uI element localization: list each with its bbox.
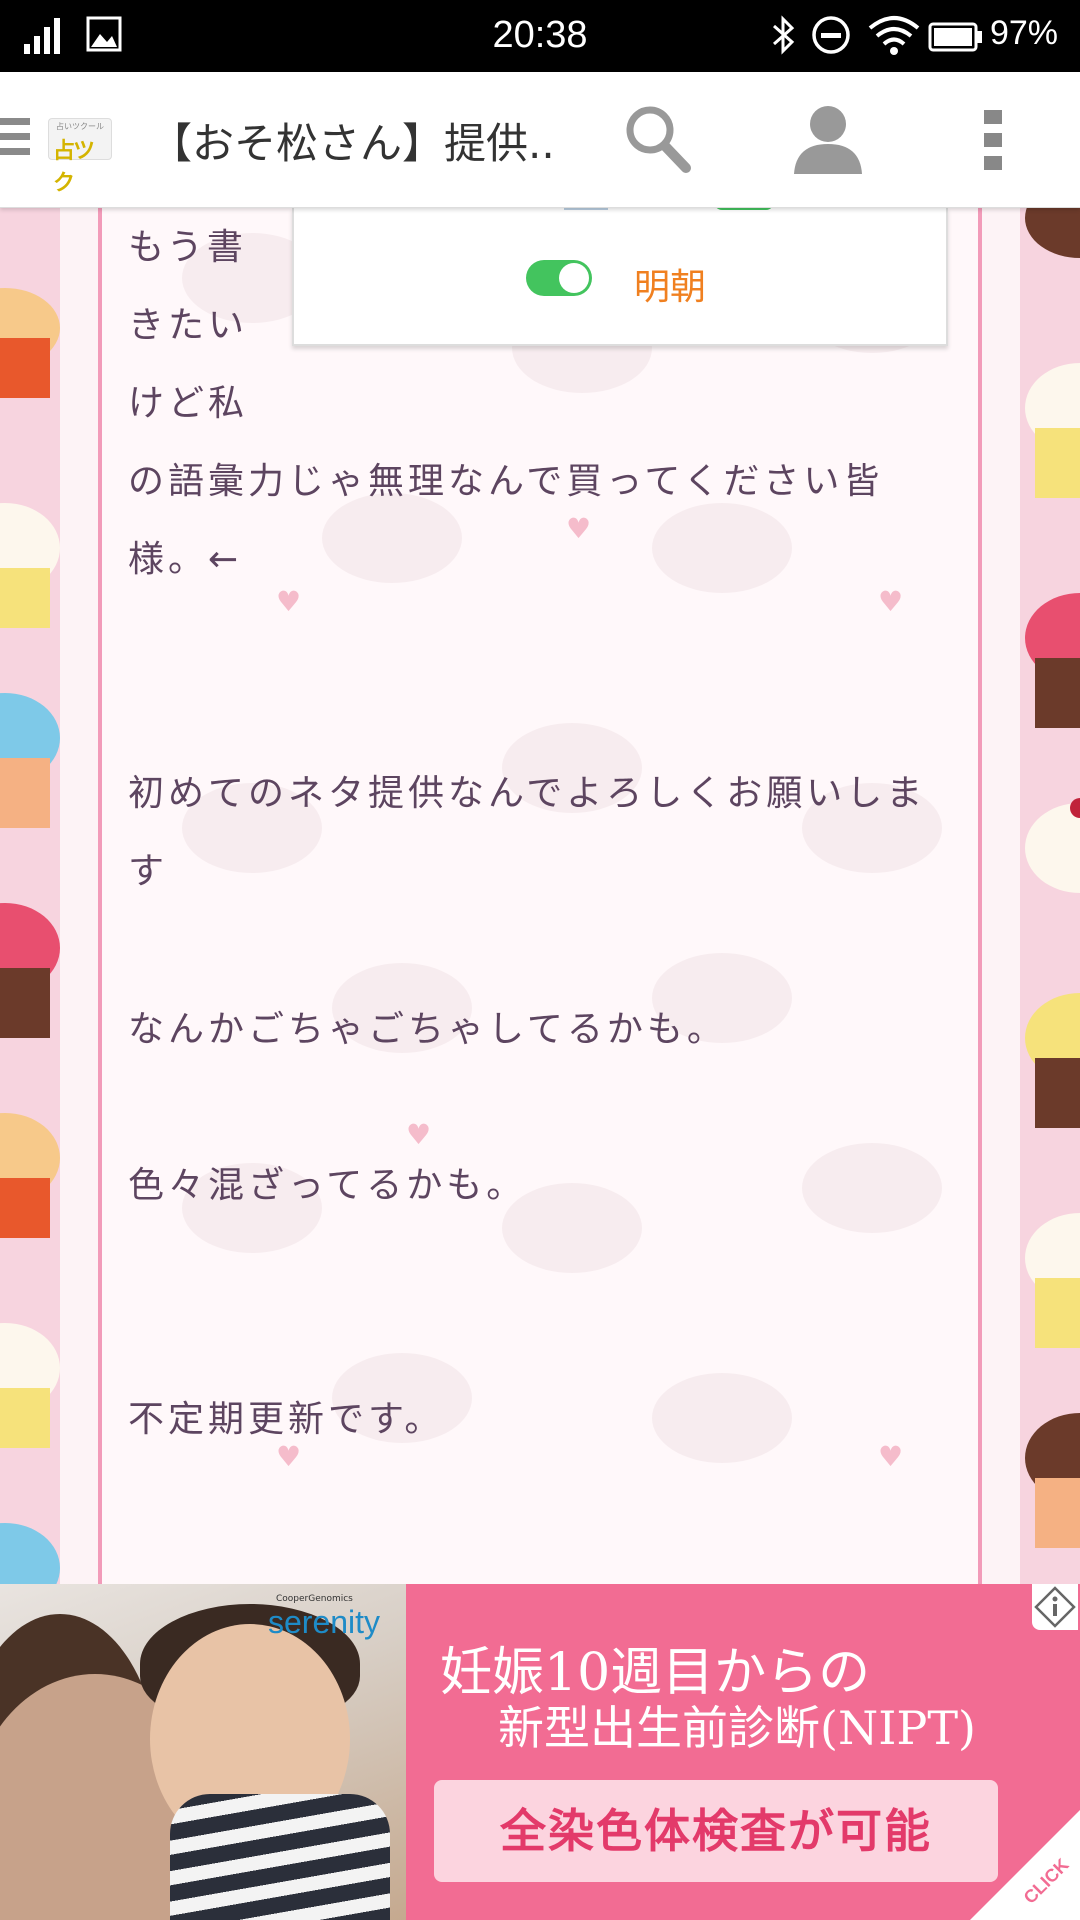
- story-line: 様。←: [128, 539, 243, 580]
- ad-subheadline: 新型出生前診断(NIPT): [498, 1701, 976, 1755]
- story-line: 不定期更新です。: [128, 1399, 445, 1440]
- heart-decoration: ♥: [276, 585, 302, 618]
- heart-decoration: ♥: [566, 512, 592, 545]
- ad-cta-button[interactable]: 全染色体検査が可能: [434, 1780, 998, 1882]
- story-line: 初めてのネタ提供なんでよろしくお願いしま: [128, 773, 927, 814]
- story-line: なんかごちゃごちゃしてるかも。: [128, 1009, 727, 1050]
- ad-photo-shape: [170, 1794, 390, 1920]
- user-icon[interactable]: [790, 102, 866, 174]
- cupcake-decoration: [1025, 208, 1080, 1548]
- story-line: の語彙力じゃ無理なんで買ってください皆: [128, 461, 884, 502]
- more-options-icon[interactable]: [984, 110, 1008, 170]
- cupcake-decoration: [0, 288, 60, 1584]
- status-bar: 20:38 97%: [0, 0, 1080, 72]
- heart-decoration: ♥: [878, 585, 904, 618]
- heart-decoration: ♥: [878, 1440, 904, 1473]
- story-line: けど私: [128, 383, 249, 424]
- do-not-disturb-icon: [812, 16, 850, 54]
- ad-info-icon[interactable]: [1032, 1584, 1078, 1630]
- ad-brand: serenity: [268, 1604, 381, 1640]
- story-line: 色々混ざってるかも。: [128, 1165, 527, 1206]
- page-title: 【おそ松さん】提供..: [150, 119, 555, 168]
- app-bar: 占いツクール 占ツク 【おそ松さん】提供..: [0, 72, 1080, 208]
- heart-decoration: ♥: [406, 1118, 432, 1151]
- ad-photo: CooperGenomics serenity: [0, 1584, 406, 1920]
- mincho-toggle[interactable]: [526, 260, 592, 296]
- ad-brand-parent: CooperGenomics: [276, 1594, 353, 1604]
- toggle-knob: [559, 263, 589, 293]
- ad-banner[interactable]: CooperGenomics serenity 妊娠10週目からの 新型出生前診…: [0, 1584, 1080, 1920]
- wifi-icon: [868, 16, 920, 55]
- heart-decoration: ♥: [276, 1440, 302, 1473]
- logo-subtext: 占いツクール: [56, 122, 104, 131]
- bluetooth-icon: [773, 15, 795, 55]
- battery-icon: [928, 22, 982, 52]
- battery-percent: 97%: [989, 14, 1058, 52]
- search-icon[interactable]: [622, 102, 692, 176]
- menu-icon[interactable]: [0, 118, 30, 162]
- font-settings-popup: 明朝: [292, 200, 948, 346]
- story-line: もう書: [128, 227, 247, 268]
- story-line: きたい: [128, 305, 249, 346]
- logo-text: 占ツク: [53, 139, 95, 196]
- site-logo[interactable]: 占いツクール 占ツク: [48, 118, 112, 196]
- story-line: す: [128, 851, 169, 892]
- mincho-toggle-label: 明朝: [634, 267, 707, 308]
